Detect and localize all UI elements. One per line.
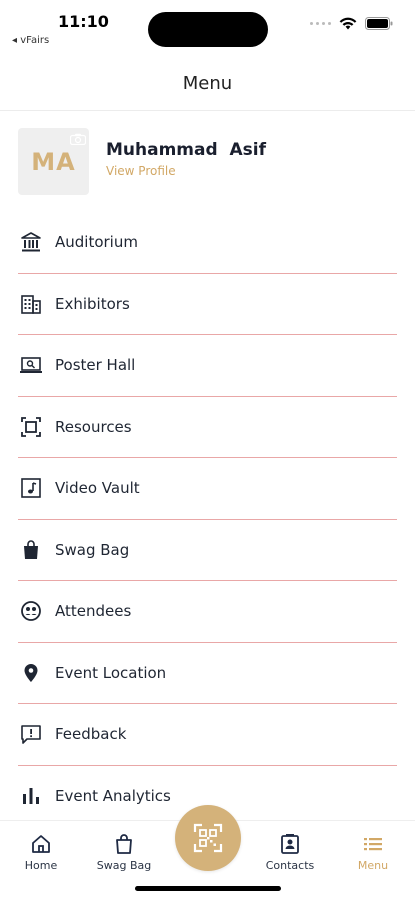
nav-menu[interactable]: Menu (338, 833, 408, 872)
page-title: Menu (182, 72, 233, 94)
menu-item-label: Event Analytics (55, 787, 171, 806)
bottom-nav: Home Swag Bag Contacts Menu (0, 805, 415, 900)
swag-bag-icon (19, 538, 43, 562)
status-bar: 11:10 ◂ vFairs (0, 0, 415, 56)
menu-item-video-vault[interactable]: Video Vault (18, 458, 397, 520)
back-to-app-link[interactable]: ◂ vFairs (12, 35, 49, 46)
home-icon (32, 835, 50, 853)
video-vault-icon (19, 476, 43, 500)
battery-icon (365, 17, 393, 30)
nav-home[interactable]: Home (6, 833, 76, 872)
avatar-initials: MA (31, 147, 76, 176)
menu-item-label: Feedback (55, 725, 127, 744)
view-profile-link[interactable]: View Profile (106, 164, 266, 178)
menu-item-label: Attendees (55, 602, 132, 621)
menu-item-feedback[interactable]: Feedback (18, 704, 397, 766)
menu-item-label: Auditorium (55, 233, 138, 252)
auditorium-icon (19, 230, 43, 254)
resources-icon (19, 415, 43, 439)
menu-list: Auditorium Exhibitors Poster Hall Resour… (18, 212, 397, 827)
menu-item-exhibitors[interactable]: Exhibitors (18, 274, 397, 335)
feedback-icon (19, 722, 43, 746)
attendees-icon (19, 599, 43, 623)
nav-swag-bag[interactable]: Swag Bag (89, 833, 159, 872)
dynamic-island (148, 12, 268, 47)
location-pin-icon (19, 661, 43, 685)
profile-name: Muhammad Asif (106, 140, 266, 160)
menu-item-label: Poster Hall (55, 356, 136, 375)
menu-item-label: Resources (55, 417, 132, 436)
avatar[interactable]: MA (18, 128, 89, 195)
menu-item-attendees[interactable]: Attendees (18, 581, 397, 643)
status-time: 11:10 (58, 12, 109, 31)
nav-contacts-label: Contacts (265, 859, 315, 872)
wifi-icon (339, 17, 357, 30)
menu-item-label: Video Vault (55, 479, 140, 498)
analytics-icon (19, 784, 43, 808)
contacts-icon (281, 834, 299, 854)
poster-hall-icon (19, 353, 43, 377)
qr-scan-button[interactable] (175, 805, 241, 871)
menu-list-icon (364, 838, 382, 851)
menu-item-event-location[interactable]: Event Location (18, 643, 397, 704)
menu-item-resources[interactable]: Resources (18, 397, 397, 458)
menu-item-poster-hall[interactable]: Poster Hall (18, 335, 397, 397)
nav-swag-bag-label: Swag Bag (96, 859, 152, 872)
profile-card: MA Muhammad Asif View Profile (18, 128, 397, 198)
menu-item-label: Exhibitors (55, 294, 130, 313)
camera-icon[interactable] (70, 133, 86, 145)
bag-icon (116, 834, 132, 854)
nav-home-label: Home (24, 859, 58, 872)
profile-info: Muhammad Asif View Profile (106, 128, 266, 178)
status-indicators (310, 17, 393, 30)
home-indicator (135, 886, 281, 891)
qr-code-icon (193, 823, 223, 853)
menu-item-swag-bag[interactable]: Swag Bag (18, 520, 397, 581)
menu-item-label: Event Location (55, 663, 167, 682)
header: Menu (0, 56, 415, 111)
exhibitors-icon (19, 292, 43, 316)
nav-menu-label: Menu (357, 859, 389, 872)
menu-item-auditorium[interactable]: Auditorium (18, 212, 397, 274)
menu-item-label: Swag Bag (55, 540, 130, 559)
nav-contacts[interactable]: Contacts (255, 833, 325, 872)
signal-icon (310, 22, 331, 25)
